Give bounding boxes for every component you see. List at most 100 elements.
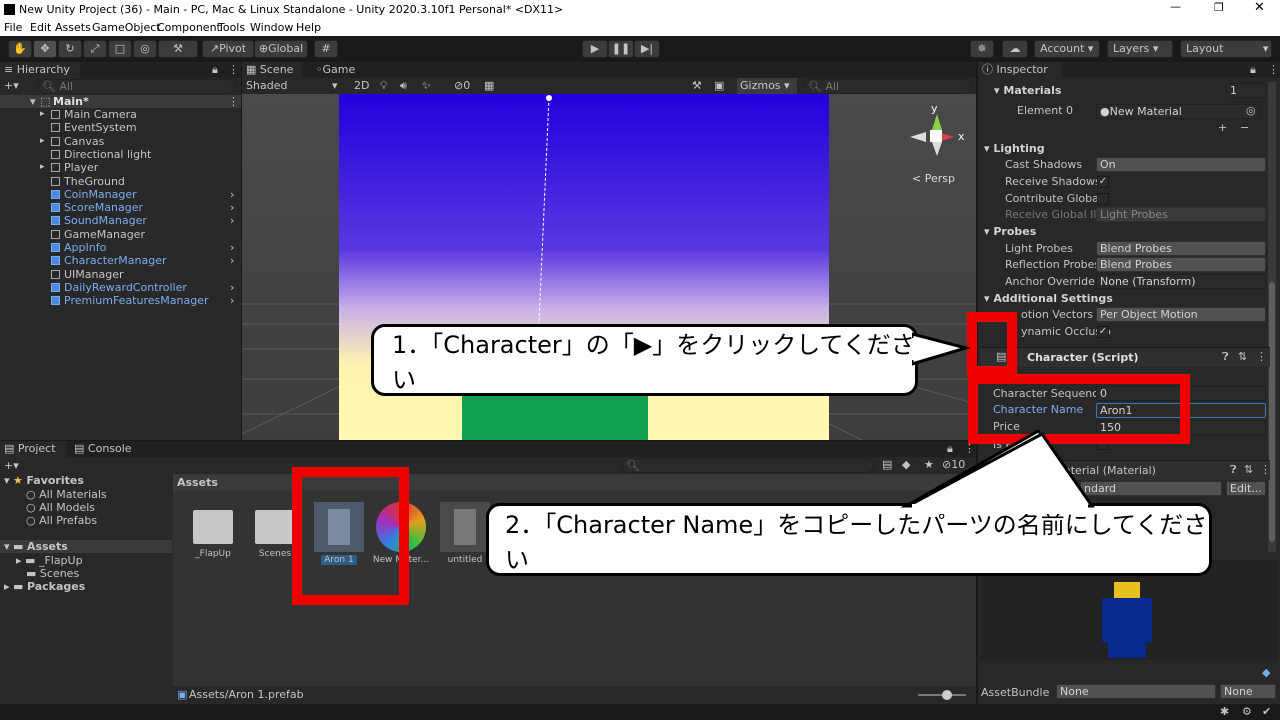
asset-item[interactable]: _FlapUp (184, 502, 242, 559)
object-picker-icon[interactable]: ◎ (1246, 104, 1256, 117)
pivot-toggle[interactable]: ↗Pivot (202, 40, 254, 58)
hierarchy-item[interactable]: UIManager (0, 268, 241, 281)
layers-dropdown[interactable]: Layers ▾ (1107, 40, 1173, 58)
chevron-right-icon[interactable]: › (230, 254, 234, 267)
chevron-right-icon[interactable]: › (230, 214, 234, 227)
scrollbar-thumb[interactable] (1269, 282, 1275, 542)
orientation-gizmo[interactable]: y x (906, 102, 966, 162)
effects-icon[interactable]: ✨︎ (422, 79, 431, 93)
tag-icon[interactable]: ◆ (1262, 666, 1270, 679)
grid-icon[interactable]: ▦ (484, 79, 494, 92)
layout-dropdown[interactable]: Layout ▾ (1180, 40, 1272, 58)
hierarchy-item[interactable]: SoundManager › (0, 214, 241, 227)
expand-arrow-icon[interactable]: ▸ (40, 135, 45, 148)
dynamic-occlusion-checkbox[interactable]: ✓ (1097, 326, 1109, 338)
rect-tool-icon[interactable]: □ (108, 40, 132, 58)
transform-tool-icon[interactable]: ◎ (133, 40, 157, 58)
tab-scene[interactable]: ▦ Scene (242, 62, 302, 78)
close-button[interactable]: ✕ (1254, 0, 1265, 15)
tab-game[interactable]: ◦Game (312, 62, 372, 78)
hierarchy-item[interactable]: GameManager (0, 228, 241, 241)
gizmos-dropdown[interactable]: Gizmos ▾ (737, 78, 797, 94)
favorite-item[interactable]: ○ All Materials (26, 488, 107, 501)
assetbundle-dropdown[interactable]: None (1056, 684, 1216, 699)
custom-tool-icon[interactable]: ⚒ (158, 40, 198, 58)
cloud-icon[interactable]: ☁ (1002, 40, 1028, 58)
hidden-objects-icon[interactable]: ⊘0 (454, 79, 470, 92)
2d-toggle[interactable]: 2D (354, 79, 369, 92)
hierarchy-item[interactable]: ▸ Player (0, 161, 241, 174)
pause-button[interactable]: ❚❚ (608, 40, 634, 58)
materials-count-field[interactable]: 1 (1226, 83, 1266, 98)
grid-snap-icon[interactable]: # (314, 40, 338, 58)
menu-tools[interactable]: Tools (218, 21, 245, 34)
hierarchy-item[interactable]: DailyRewardController › (0, 281, 241, 294)
assetbundle-variant-dropdown[interactable]: None (1220, 684, 1276, 699)
hierarchy-item[interactable]: ScoreManager › (0, 201, 241, 214)
kebab-menu-icon[interactable]: ⋮ (1260, 463, 1271, 476)
audio-icon[interactable]: 🔊︎ (400, 79, 407, 93)
chevron-right-icon[interactable]: › (230, 294, 234, 307)
receive-gi-dropdown[interactable]: Light Probes (1096, 207, 1266, 222)
kebab-menu-icon[interactable]: ⋮ (1268, 63, 1279, 76)
folder-row[interactable]: ▸ ▬ _FlapUp (16, 554, 83, 567)
rotate-tool-icon[interactable]: ↻ (58, 40, 82, 58)
breadcrumb[interactable]: Assets (177, 476, 218, 489)
probes-header[interactable]: ▾ Probes (984, 224, 1036, 240)
scrollbar[interactable] (1268, 82, 1276, 552)
cast-shadows-dropdown[interactable]: On (1096, 157, 1266, 172)
tab-project[interactable]: ▤ Project (0, 441, 66, 457)
hierarchy-item[interactable]: Directional light (0, 148, 241, 161)
create-button[interactable]: +▾ (4, 79, 19, 92)
chevron-right-icon[interactable]: › (230, 241, 234, 254)
step-button[interactable]: ▶| (634, 40, 660, 58)
assets-row[interactable]: ▾ ▬ Assets (0, 540, 172, 553)
create-button[interactable]: +▾ (4, 459, 19, 472)
global-toggle[interactable]: ⊕Global (254, 40, 308, 58)
contribute-gi-checkbox[interactable] (1097, 193, 1109, 205)
lock-icon[interactable]: 🔒︎ (212, 63, 218, 77)
filter-type-icon[interactable]: ▤ (882, 458, 892, 471)
icon-size-slider[interactable] (918, 690, 966, 700)
menu-gameobject[interactable]: GameObject (92, 21, 161, 34)
chevron-right-icon[interactable]: › (230, 188, 234, 201)
additional-settings-header[interactable]: ▾ Additional Settings (984, 291, 1113, 307)
menu-component[interactable]: Component (157, 21, 221, 34)
script-component-header[interactable]: ▤ Character (Script) ❓︎ ⇅ ⋮ (980, 347, 1270, 367)
presets-icon[interactable]: ⇅ (1244, 463, 1253, 476)
shading-dropdown[interactable]: Shaded (246, 79, 287, 92)
expand-arrow-icon[interactable]: ▾ (30, 95, 36, 108)
hierarchy-item[interactable]: AppInfo › (0, 241, 241, 254)
motion-vectors-dropdown[interactable]: Per Object Motion (1096, 307, 1266, 322)
kebab-menu-icon[interactable]: ⋮ (228, 95, 239, 108)
anchor-override-field[interactable]: None (Transform) (1096, 274, 1266, 289)
presets-icon[interactable]: ⇅ (1238, 350, 1247, 363)
maximize-button[interactable]: ❐ (1214, 1, 1224, 14)
favorites-row[interactable]: ▾ ★ Favorites (4, 474, 84, 487)
hierarchy-item[interactable]: EventSystem (0, 121, 241, 134)
move-tool-icon[interactable]: ✥ (33, 40, 57, 58)
element0-field[interactable]: ●New Material (1096, 104, 1260, 119)
lock-icon[interactable]: 🔒︎ (1250, 63, 1256, 77)
favorite-item[interactable]: ○ All Models (26, 501, 95, 514)
reflection-probes-dropdown[interactable]: Blend Probes (1096, 257, 1266, 272)
tab-hierarchy[interactable]: ≡ Hierarchy (0, 62, 80, 78)
receive-shadows-checkbox[interactable]: ✓ (1097, 176, 1109, 188)
project-search-input[interactable]: 🔍︎ (622, 458, 874, 473)
lighting-icon[interactable]: 💡︎ (380, 79, 388, 93)
expand-arrow-icon[interactable]: ▸ (40, 108, 45, 121)
kebab-menu-icon[interactable]: ⋮ (228, 63, 239, 76)
expand-arrow-icon[interactable]: ▸ (40, 161, 45, 174)
menu-help[interactable]: Help (296, 21, 321, 34)
tab-console[interactable]: ▤ Console (70, 441, 140, 457)
collab-icon[interactable]: ✵ (970, 40, 994, 58)
minimize-button[interactable]: — (1170, 0, 1181, 13)
remove-element-button[interactable]: − (1240, 121, 1249, 134)
scale-tool-icon[interactable]: ⤢ (83, 40, 107, 58)
hierarchy-search-input[interactable]: 🔍︎ All (38, 79, 236, 94)
packages-row[interactable]: ▸ ▬ Packages (4, 580, 85, 593)
scene-search-input[interactable]: 🔍︎ All (804, 79, 972, 94)
menu-window[interactable]: Window (250, 21, 293, 34)
camera-icon[interactable]: ▣ (714, 79, 724, 92)
add-element-button[interactable]: + (1218, 121, 1227, 134)
